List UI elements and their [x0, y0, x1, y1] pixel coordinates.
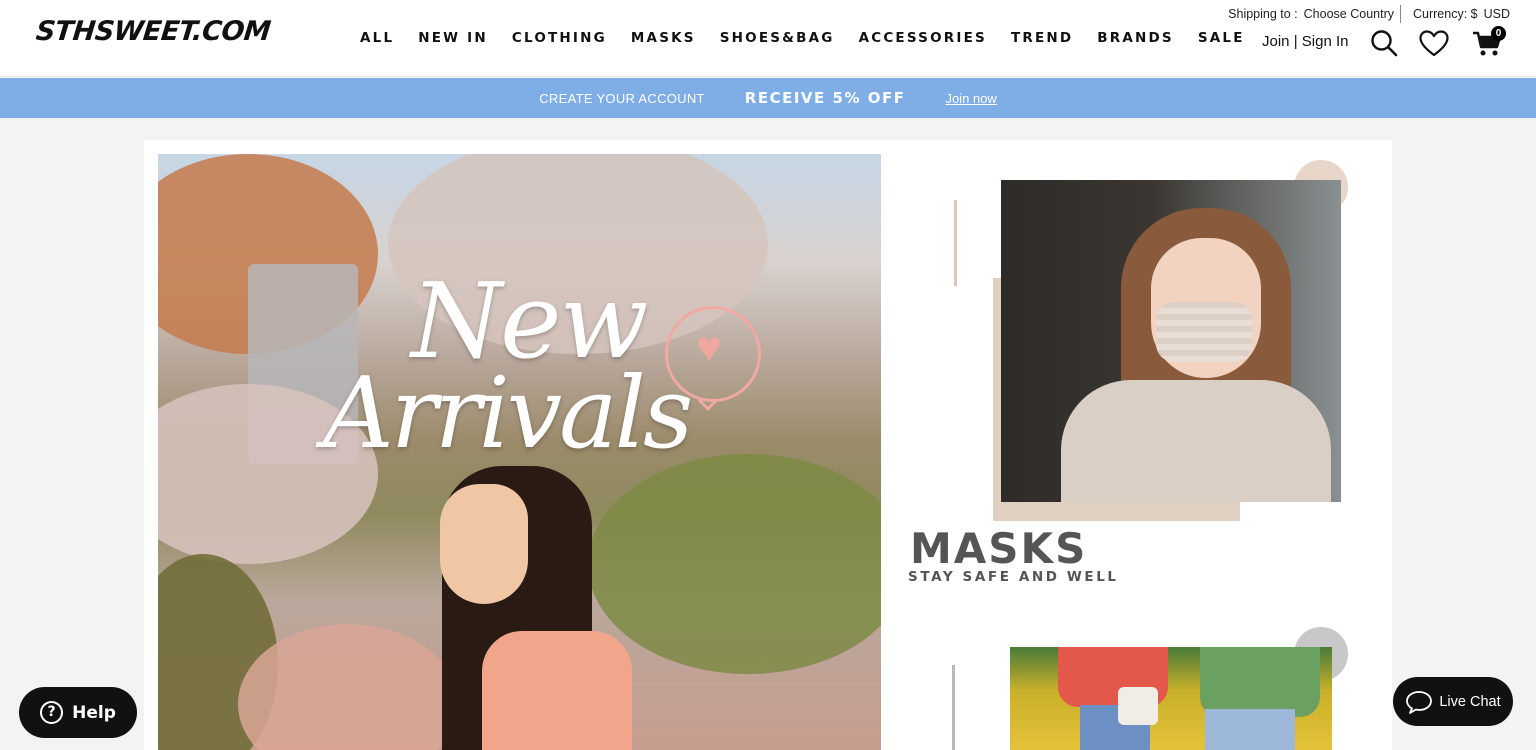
sign-in-link[interactable]: Sign In	[1302, 33, 1349, 50]
nav-item-clothing[interactable]: CLOTHING	[512, 30, 607, 46]
masks-title[interactable]: MASKS	[910, 524, 1087, 573]
auth-separator: |	[1293, 33, 1298, 50]
help-button[interactable]: ? Help	[19, 687, 137, 738]
green-top	[1200, 647, 1320, 717]
main-nav: ALL NEW IN CLOTHING MASKS SHOES&BAG ACCE…	[360, 30, 1269, 46]
auth-links: Join | Sign In	[1262, 33, 1348, 50]
help-label: Help	[72, 702, 116, 723]
currency-label: Currency: $	[1412, 7, 1478, 21]
decor-line-2	[952, 665, 955, 750]
decor-line	[954, 200, 957, 286]
masks-photo[interactable]	[1001, 180, 1341, 502]
featured-content: ♥ New Arrivals MASKS STAY SAFE AND WELL	[144, 140, 1392, 750]
promo-bar: CREATE YOUR ACCOUNT RECEIVE 5% OFF Join …	[0, 78, 1536, 118]
nav-item-shoes-bag[interactable]: SHOES&BAG	[720, 30, 835, 46]
nav-item-masks[interactable]: MASKS	[631, 30, 696, 46]
nav-item-new-in[interactable]: NEW IN	[418, 30, 488, 46]
jeans-right	[1205, 709, 1295, 750]
site-logo[interactable]: STHSWEET.COM	[34, 16, 272, 47]
live-chat-button[interactable]: Live Chat	[1393, 677, 1513, 726]
shipping-label: Shipping to :	[1228, 7, 1298, 21]
nav-item-accessories[interactable]: ACCESSORIES	[859, 30, 987, 46]
crossbody-bag	[1118, 687, 1158, 725]
promo-offer: RECEIVE 5% OFF	[744, 89, 906, 107]
live-chat-label: Live Chat	[1439, 693, 1501, 710]
utility-bar: Shipping to : Choose Country Currency: $…	[1222, 5, 1510, 23]
masks-model-sweater	[1061, 380, 1331, 502]
chat-bubble-icon	[1406, 690, 1433, 714]
model-figure	[412, 466, 632, 750]
nav-item-sale[interactable]: SALE	[1198, 30, 1245, 46]
clothing-photo[interactable]	[1010, 647, 1332, 750]
hero-title: New Arrivals	[323, 269, 743, 463]
masks-subtitle: STAY SAFE AND WELL	[908, 569, 1119, 585]
nav-item-trend[interactable]: TREND	[1011, 30, 1073, 46]
model-shirt	[482, 631, 632, 750]
cart-count-badge: 0	[1491, 26, 1506, 41]
nav-item-all[interactable]: ALL	[360, 30, 394, 46]
question-icon: ?	[40, 701, 64, 724]
utility-divider	[1399, 5, 1401, 23]
green-bush	[588, 454, 881, 674]
promo-join-link[interactable]: Join now	[945, 91, 996, 106]
hero-title-line2: Arrivals	[323, 357, 693, 471]
nav-item-brands[interactable]: BRANDS	[1097, 30, 1174, 46]
model-face	[440, 484, 528, 604]
promo-create-account: CREATE YOUR ACCOUNT	[539, 90, 705, 106]
new-arrivals-banner[interactable]: ♥ New Arrivals	[158, 154, 881, 750]
join-link[interactable]: Join	[1262, 33, 1290, 50]
heart-icon[interactable]	[1419, 30, 1449, 57]
site-header: STHSWEET.COM ALL NEW IN CLOTHING MASKS S…	[0, 0, 1536, 77]
shipping-country-select[interactable]: Choose Country	[1304, 7, 1394, 21]
currency-select[interactable]: USD	[1484, 7, 1510, 21]
face-mask	[1156, 302, 1252, 362]
search-icon[interactable]	[1370, 29, 1398, 57]
